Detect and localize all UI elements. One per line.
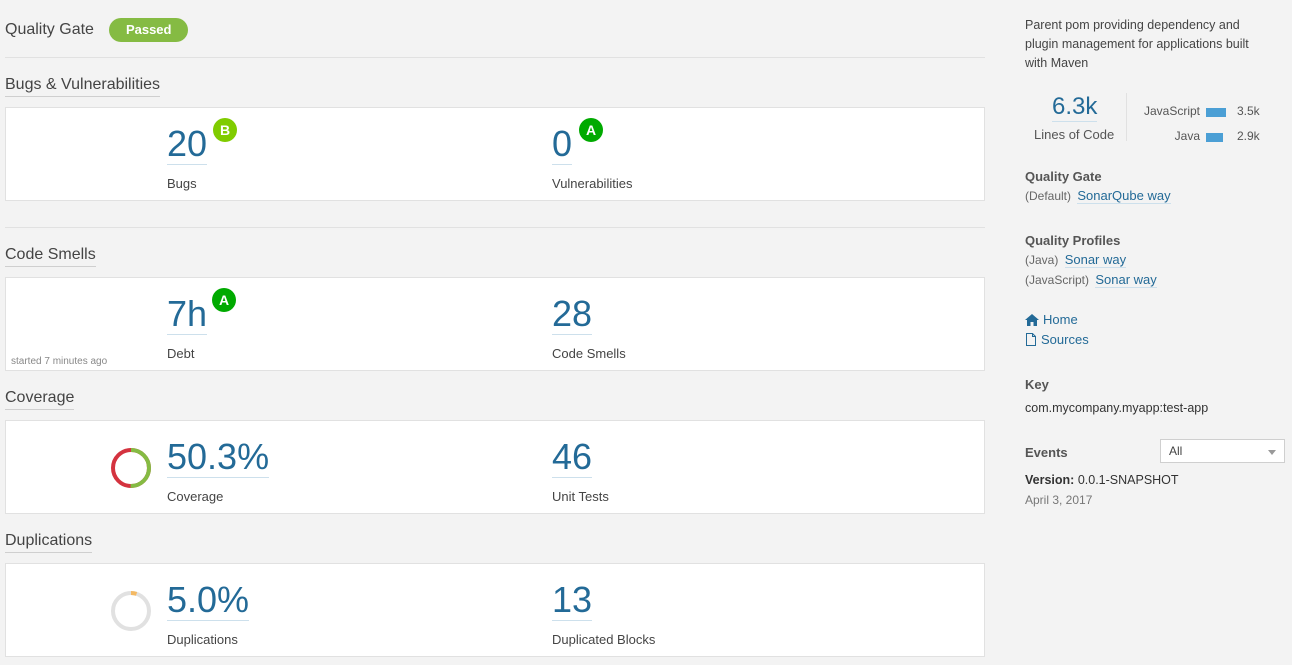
home-icon	[1025, 313, 1039, 326]
duplications-card: 5.0% Duplications 13 Duplicated Blocks	[5, 563, 985, 657]
language-row-javascript: JavaScript 3.5k	[1127, 104, 1267, 120]
duplications-label: Duplications	[167, 632, 238, 647]
profile-language: (Java)	[1025, 253, 1059, 267]
bugs-rating-badge[interactable]: B	[213, 118, 237, 142]
quality-gate-title: Quality Gate	[5, 21, 94, 38]
quality-gate-row: (Default) SonarQube way	[1025, 188, 1171, 204]
profile-link-javascript[interactable]: Sonar way	[1095, 272, 1157, 288]
quality-profile-row-javascript: (JavaScript) Sonar way	[1025, 272, 1157, 288]
events-heading: Events	[1025, 445, 1068, 460]
project-meta-sidebar: Parent pom providing dependency and plug…	[1025, 0, 1290, 665]
home-link[interactable]: Home	[1025, 312, 1078, 327]
code-smells-label: Code Smells	[552, 346, 626, 361]
language-lines: 2.9k	[1237, 129, 1260, 143]
project-description: Parent pom providing dependency and plug…	[1025, 18, 1249, 70]
coverage-card: 50.3% Coverage 46 Unit Tests	[5, 420, 985, 514]
event-version-label: Version:	[1025, 473, 1075, 487]
event-version-value: 0.0.1-SNAPSHOT	[1077, 473, 1179, 487]
sources-link-label: Sources	[1041, 332, 1089, 347]
quality-gate-link[interactable]: SonarQube way	[1077, 188, 1171, 204]
lines-of-code-label: Lines of Code	[1034, 127, 1115, 142]
events-filter-value: All	[1169, 444, 1183, 458]
section-title-duplications[interactable]: Duplications	[5, 532, 93, 553]
section-title-code-smells[interactable]: Code Smells	[5, 246, 96, 267]
bugs-value[interactable]: 20	[167, 125, 208, 165]
language-bar	[1206, 133, 1223, 142]
duplications-donut-chart	[111, 591, 151, 631]
language-lines: 3.5k	[1237, 104, 1260, 118]
coverage-metric: 50.3% Coverage	[167, 438, 270, 504]
vulnerabilities-value[interactable]: 0	[552, 125, 573, 165]
profile-link-java[interactable]: Sonar way	[1064, 252, 1127, 268]
chevron-down-icon	[1268, 450, 1276, 455]
language-name: JavaScript	[1143, 104, 1200, 118]
section-title-bugs-vulnerabilities[interactable]: Bugs & Vulnerabilities	[5, 76, 161, 97]
quality-gate-heading: Quality Gate	[1025, 169, 1102, 184]
home-link-label: Home	[1043, 312, 1078, 327]
unit-tests-metric: 46 Unit Tests	[552, 438, 609, 504]
event-version: Version: 0.0.1-SNAPSHOT	[1025, 473, 1179, 487]
project-key-value: com.mycompany.myapp:test-app	[1025, 401, 1209, 415]
coverage-label: Coverage	[167, 489, 224, 504]
code-smells-metric: 28 Code Smells	[552, 295, 626, 361]
debt-rating-badge[interactable]: A	[212, 288, 236, 312]
quality-profile-row-java: (Java) Sonar way	[1025, 252, 1127, 268]
duplications-metric: 5.0% Duplications	[167, 581, 250, 647]
language-row-java: Java 2.9k	[1127, 129, 1267, 145]
quality-gate-prefix: (Default)	[1025, 189, 1072, 203]
vulnerabilities-metric: 0 A Vulnerabilities	[552, 118, 633, 191]
duplicated-blocks-label: Duplicated Blocks	[552, 632, 656, 647]
section-title-coverage[interactable]: Coverage	[5, 389, 75, 410]
divider	[5, 227, 985, 228]
sources-link[interactable]: Sources	[1025, 332, 1089, 347]
duplications-value[interactable]: 5.0%	[167, 581, 250, 621]
events-filter-select[interactable]: All	[1160, 439, 1285, 463]
key-heading: Key	[1025, 377, 1049, 392]
unit-tests-value[interactable]: 46	[552, 438, 593, 478]
duplications-donut-track	[111, 591, 151, 631]
debt-metric: 7h A Debt	[167, 288, 236, 361]
profile-language: (JavaScript)	[1025, 273, 1090, 287]
overview-main: Quality Gate Passed Bugs & Vulnerabiliti…	[0, 0, 990, 665]
bugs-vulnerabilities-card: 20 B Bugs 0 A Vulnerabilities	[5, 107, 985, 201]
analysis-started-text: started 7 minutes ago	[11, 356, 108, 367]
unit-tests-label: Unit Tests	[552, 489, 609, 504]
duplicated-blocks-metric: 13 Duplicated Blocks	[552, 581, 655, 647]
quality-gate-header: Quality Gate Passed	[5, 17, 189, 43]
event-date: April 3, 2017	[1025, 493, 1093, 507]
debt-label: Debt	[167, 346, 195, 361]
duplicated-blocks-value[interactable]: 13	[552, 581, 593, 621]
quality-profiles-heading: Quality Profiles	[1025, 233, 1121, 248]
language-bar	[1206, 108, 1226, 117]
bugs-metric: 20 B Bugs	[167, 118, 237, 191]
code-smells-card: 7h A Debt 28 Code Smells started 7 minut…	[5, 277, 985, 371]
debt-value[interactable]: 7h	[167, 295, 208, 335]
language-name: Java	[1174, 129, 1200, 143]
lines-of-code-value[interactable]: 6.3k	[1052, 93, 1098, 122]
bugs-label: Bugs	[167, 176, 197, 191]
vulnerabilities-label: Vulnerabilities	[552, 176, 633, 191]
vulnerabilities-rating-badge[interactable]: A	[579, 118, 603, 142]
file-icon	[1026, 333, 1036, 346]
quality-gate-status-badge: Passed	[108, 18, 189, 42]
coverage-value[interactable]: 50.3%	[167, 438, 270, 478]
divider	[5, 57, 985, 58]
code-smells-value[interactable]: 28	[552, 295, 593, 335]
coverage-donut-chart	[111, 448, 151, 488]
